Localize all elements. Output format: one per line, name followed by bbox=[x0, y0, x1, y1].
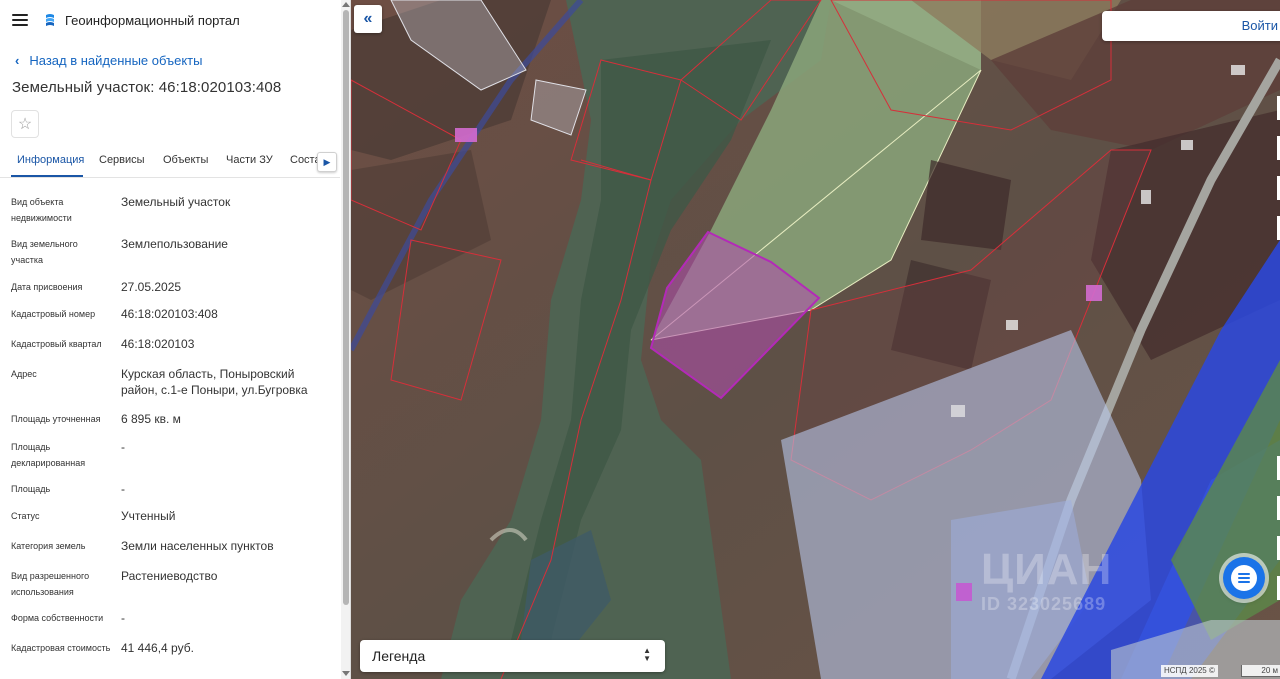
info-value: - bbox=[121, 482, 125, 496]
tab-objects[interactable]: Объекты bbox=[163, 154, 208, 166]
info-label: Площадь уточненная bbox=[11, 414, 101, 424]
login-button[interactable]: Войти bbox=[1102, 11, 1280, 41]
info-value: 46:18:020103:408 bbox=[121, 307, 218, 321]
info-label: Форма собственности bbox=[11, 613, 104, 623]
up-down-arrows-icon: ▲ ▼ bbox=[643, 646, 651, 663]
scroll-thumb[interactable] bbox=[343, 10, 349, 605]
map-view[interactable]: ЦИАН ID 323025689 « Войти Легенда ▲ ▼ НСП… bbox=[351, 0, 1280, 679]
info-value: - bbox=[121, 440, 125, 454]
collapse-panel-button[interactable]: « bbox=[354, 5, 382, 33]
tab-services[interactable]: Сервисы bbox=[99, 154, 145, 166]
hamburger-icon[interactable] bbox=[12, 14, 28, 26]
info-value: Земельный участок bbox=[121, 195, 231, 209]
info-label: Вид земельного участка bbox=[11, 239, 78, 265]
info-label: Кадастровый номер bbox=[11, 309, 96, 319]
tab-information[interactable]: Информация bbox=[17, 154, 84, 166]
legend-dropdown[interactable]: Легенда ▲ ▼ bbox=[360, 640, 665, 672]
info-value: 46:18:020103 bbox=[121, 337, 195, 351]
info-value: Растениеводство bbox=[121, 569, 218, 583]
scroll-up-arrow-icon[interactable] bbox=[342, 2, 350, 7]
info-label: Категория земель bbox=[11, 541, 86, 551]
info-value: 6 895 кв. м bbox=[121, 412, 181, 426]
map-attribution: НСПД 2025 © bbox=[1161, 665, 1218, 677]
info-value: Землепользование bbox=[121, 237, 228, 251]
portal-logo-icon bbox=[46, 14, 54, 26]
legend-label: Легенда bbox=[372, 648, 426, 664]
info-label: Адрес bbox=[11, 369, 37, 379]
info-label: Площадь bbox=[11, 484, 51, 494]
info-label: Дата присвоения bbox=[11, 282, 83, 292]
tabs-next-button[interactable]: ▶ bbox=[317, 152, 337, 172]
top-bar: Геоинформационный портал bbox=[0, 0, 350, 40]
app-title: Геоинформационный портал bbox=[65, 12, 240, 28]
info-value: Учтенный bbox=[121, 509, 176, 523]
tab-parts[interactable]: Части ЗУ bbox=[226, 154, 273, 166]
back-link-label: Назад в найденные объекты bbox=[29, 52, 203, 68]
chat-icon bbox=[1231, 565, 1257, 591]
active-tab-indicator bbox=[11, 175, 83, 177]
panel-scrollbar[interactable] bbox=[341, 0, 350, 679]
info-value: Земли населенных пунктов bbox=[121, 539, 274, 553]
info-label: Кадастровая стоимость bbox=[11, 643, 111, 653]
watermark: ЦИАН bbox=[981, 545, 1113, 594]
info-panel: Геоинформационный портал ‹ Назад в найде… bbox=[0, 0, 351, 679]
info-value: Курская область, Поныровский район, с.1-… bbox=[121, 367, 308, 397]
chat-button[interactable] bbox=[1223, 557, 1265, 599]
favorite-button[interactable]: ☆ bbox=[11, 110, 39, 138]
chevron-right-icon: ▶ bbox=[323, 156, 331, 167]
back-to-results-link[interactable]: ‹ Назад в найденные объекты bbox=[0, 50, 350, 70]
info-value: 27.05.2025 bbox=[121, 280, 182, 294]
watermark-id: ID 323025689 bbox=[981, 594, 1107, 614]
chevron-left-icon: ‹ bbox=[15, 52, 20, 68]
info-label: Кадастровый квартал bbox=[11, 339, 102, 349]
object-title: Земельный участок: 46:18:020103:408 bbox=[12, 79, 282, 96]
info-label: Статус bbox=[11, 511, 40, 521]
info-value: - bbox=[121, 611, 125, 625]
tab-bar: Информация Сервисы Объекты Части ЗУ Сост… bbox=[0, 150, 340, 178]
scroll-down-arrow-icon[interactable] bbox=[342, 671, 350, 676]
star-icon: ☆ bbox=[17, 116, 33, 133]
info-label: Вид объекта недвижимости bbox=[11, 197, 72, 223]
satellite-map[interactable] bbox=[351, 0, 1280, 679]
info-value: 41 446,4 руб. bbox=[121, 641, 194, 655]
double-chevron-left-icon: « bbox=[363, 10, 373, 27]
info-label: Вид разрешенного использования bbox=[11, 571, 90, 597]
info-label: Площадь декларированная bbox=[11, 442, 86, 468]
map-scale: 20 м bbox=[1241, 665, 1280, 677]
